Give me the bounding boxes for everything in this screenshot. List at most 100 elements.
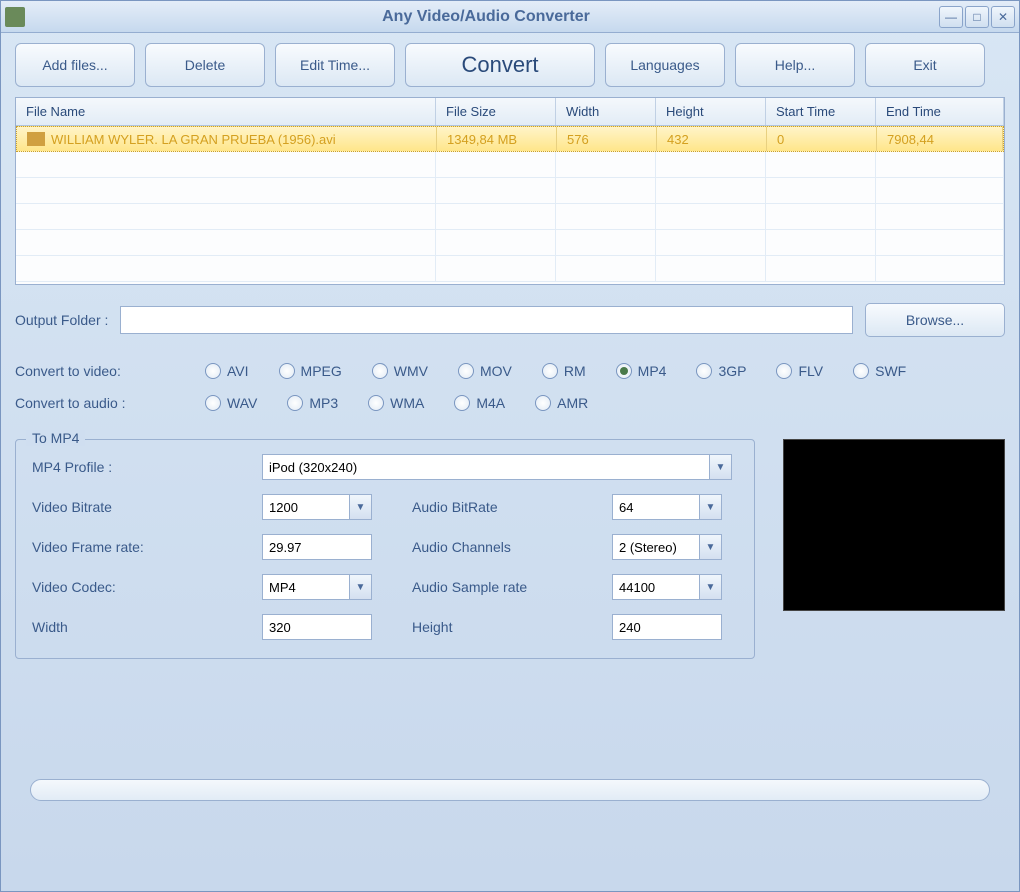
audio-samplerate-select[interactable]: 44100 ▼ xyxy=(612,574,722,600)
cell-starttime: 0 xyxy=(767,127,877,151)
languages-button[interactable]: Languages xyxy=(605,43,725,87)
col-header-endtime[interactable]: End Time xyxy=(876,98,1004,125)
video-codec-select[interactable]: MP4 ▼ xyxy=(262,574,372,600)
film-icon xyxy=(27,132,45,146)
radio-label: WAV xyxy=(227,395,257,411)
chevron-down-icon: ▼ xyxy=(349,495,371,519)
browse-button[interactable]: Browse... xyxy=(865,303,1005,337)
video-codec-label: Video Codec: xyxy=(32,579,262,595)
profile-select[interactable]: iPod (320x240) ▼ xyxy=(262,454,732,480)
video-framerate-value: 29.97 xyxy=(269,540,302,555)
table-row[interactable] xyxy=(16,230,1004,256)
radio-dot-icon xyxy=(458,363,474,379)
radio-dot-icon xyxy=(535,395,551,411)
chevron-down-icon: ▼ xyxy=(699,575,721,599)
radio-mov[interactable]: MOV xyxy=(458,363,512,379)
radio-dot-icon xyxy=(454,395,470,411)
radio-mpeg[interactable]: MPEG xyxy=(279,363,342,379)
edit-time-button[interactable]: Edit Time... xyxy=(275,43,395,87)
audio-channels-label: Audio Channels xyxy=(412,539,612,555)
chevron-down-icon: ▼ xyxy=(699,535,721,559)
radio-mp4[interactable]: MP4 xyxy=(616,363,667,379)
radio-wma[interactable]: WMA xyxy=(368,395,424,411)
exit-button[interactable]: Exit xyxy=(865,43,985,87)
col-header-height[interactable]: Height xyxy=(656,98,766,125)
table-row[interactable] xyxy=(16,178,1004,204)
add-files-button[interactable]: Add files... xyxy=(15,43,135,87)
output-folder-row: Output Folder : Browse... xyxy=(15,303,1005,337)
radio-m4a[interactable]: M4A xyxy=(454,395,505,411)
window-title: Any Video/Audio Converter xyxy=(33,8,939,26)
cell-endtime: 7908,44 xyxy=(877,127,1003,151)
height-value: 240 xyxy=(619,620,641,635)
width-input[interactable]: 320 xyxy=(262,614,372,640)
radio-avi[interactable]: AVI xyxy=(205,363,249,379)
radio-dot-icon xyxy=(616,363,632,379)
radio-flv[interactable]: FLV xyxy=(776,363,823,379)
cell-filesize: 1349,84 MB xyxy=(437,127,557,151)
format-section: Convert to video: AVIMPEGWMVMOVRMMP43GPF… xyxy=(15,363,1005,411)
table-row[interactable]: WILLIAM WYLER. LA GRAN PRUEBA (1956).avi… xyxy=(16,126,1004,152)
video-codec-value: MP4 xyxy=(269,580,296,595)
video-bitrate-select[interactable]: 1200 ▼ xyxy=(262,494,372,520)
radio-dot-icon xyxy=(287,395,303,411)
chevron-down-icon: ▼ xyxy=(349,575,371,599)
delete-button[interactable]: Delete xyxy=(145,43,265,87)
radio-3gp[interactable]: 3GP xyxy=(696,363,746,379)
convert-video-row: Convert to video: AVIMPEGWMVMOVRMMP43GPF… xyxy=(15,363,1005,379)
close-button[interactable]: ✕ xyxy=(991,6,1015,28)
height-input[interactable]: 240 xyxy=(612,614,722,640)
toolbar: Add files... Delete Edit Time... Convert… xyxy=(15,43,1005,87)
filename-text: WILLIAM WYLER. LA GRAN PRUEBA (1956).avi xyxy=(51,132,336,147)
video-framerate-label: Video Frame rate: xyxy=(32,539,262,555)
maximize-button[interactable]: □ xyxy=(965,6,989,28)
table-row[interactable] xyxy=(16,204,1004,230)
radio-wmv[interactable]: WMV xyxy=(372,363,428,379)
radio-dot-icon xyxy=(368,395,384,411)
cell-width: 576 xyxy=(557,127,657,151)
radio-dot-icon xyxy=(372,363,388,379)
radio-dot-icon xyxy=(696,363,712,379)
video-preview xyxy=(783,439,1005,611)
output-folder-input[interactable] xyxy=(120,306,853,334)
height-label: Height xyxy=(412,619,612,635)
width-value: 320 xyxy=(269,620,291,635)
radio-rm[interactable]: RM xyxy=(542,363,586,379)
table-row[interactable] xyxy=(16,256,1004,282)
radio-label: WMV xyxy=(394,363,428,379)
col-header-width[interactable]: Width xyxy=(556,98,656,125)
audio-bitrate-select[interactable]: 64 ▼ xyxy=(612,494,722,520)
radio-swf[interactable]: SWF xyxy=(853,363,906,379)
grid-body: WILLIAM WYLER. LA GRAN PRUEBA (1956).avi… xyxy=(16,126,1004,282)
col-header-starttime[interactable]: Start Time xyxy=(766,98,876,125)
radio-dot-icon xyxy=(853,363,869,379)
video-framerate-input[interactable]: 29.97 xyxy=(262,534,372,560)
titlebar: Any Video/Audio Converter — □ ✕ xyxy=(1,1,1019,33)
chevron-down-icon: ▼ xyxy=(699,495,721,519)
audio-channels-value: 2 (Stereo) xyxy=(619,540,677,555)
radio-mp3[interactable]: MP3 xyxy=(287,395,338,411)
col-header-filesize[interactable]: File Size xyxy=(436,98,556,125)
radio-dot-icon xyxy=(205,395,221,411)
table-row[interactable] xyxy=(16,152,1004,178)
convert-audio-row: Convert to audio : WAV MP3 WMA M4A AMR xyxy=(15,395,1005,411)
radio-label: SWF xyxy=(875,363,906,379)
radio-dot-icon xyxy=(279,363,295,379)
audio-channels-select[interactable]: 2 (Stereo) ▼ xyxy=(612,534,722,560)
radio-wav[interactable]: WAV xyxy=(205,395,257,411)
audio-bitrate-value: 64 xyxy=(619,500,633,515)
output-folder-label: Output Folder : xyxy=(15,312,108,328)
audio-bitrate-label: Audio BitRate xyxy=(412,499,612,515)
help-button[interactable]: Help... xyxy=(735,43,855,87)
window-controls: — □ ✕ xyxy=(939,6,1015,28)
convert-audio-label: Convert to audio : xyxy=(15,395,205,411)
minimize-button[interactable]: — xyxy=(939,6,963,28)
radio-label: M4A xyxy=(476,395,505,411)
video-bitrate-label: Video Bitrate xyxy=(32,499,262,515)
fieldset-legend: To MP4 xyxy=(26,430,85,446)
convert-button[interactable]: Convert xyxy=(405,43,595,87)
col-header-filename[interactable]: File Name xyxy=(16,98,436,125)
radio-label: MOV xyxy=(480,363,512,379)
progress-area xyxy=(15,659,1005,801)
radio-amr[interactable]: AMR xyxy=(535,395,588,411)
